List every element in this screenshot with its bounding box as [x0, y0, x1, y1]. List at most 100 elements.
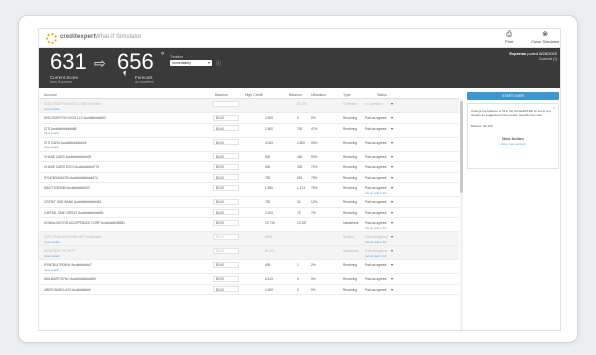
close-icon[interactable]: × — [553, 105, 555, 110]
info-box: × Change the balance or fill in the SUGG… — [467, 103, 559, 169]
balance-value: $0.00 — [216, 175, 224, 180]
chevron-down-icon[interactable]: ▾ — [391, 164, 393, 169]
table-row[interactable]: DEPT EDUCATION/NELNET Acct##### $0.00 $500… — [39, 232, 459, 246]
table-row[interactable]: SYNCB/AMAZON Acct#########474 $0.00 750 591… — [39, 173, 459, 183]
current-balance: 1 — [297, 263, 299, 267]
print-button[interactable]: ⎙ Print — [505, 31, 513, 44]
chevron-down-icon[interactable]: ▾ — [391, 234, 393, 239]
chevron-down-icon[interactable]: ▾ — [391, 175, 393, 180]
current-balance: 75 — [297, 210, 301, 215]
status-select[interactable]: In Collection — [365, 102, 383, 106]
status-select[interactable]: Paid as agreed — [365, 221, 386, 225]
timeline-select[interactable]: Immediately ▾ — [170, 60, 212, 66]
close-simulator-button[interactable]: ⊗ Close Simulator — [531, 31, 559, 44]
utilization: 0% — [311, 287, 316, 292]
status-select[interactable]: Paid as agreed — [365, 186, 386, 190]
status-select[interactable]: Paid as agreed — [365, 263, 386, 267]
balance-value: $0.00 — [216, 235, 224, 239]
column-header[interactable]: Account — [44, 93, 57, 97]
status-select[interactable]: Paid as agreed — [365, 277, 386, 281]
details-link[interactable]: View details — [44, 268, 59, 272]
table-row[interactable]: UBER/ BARCLAYS Acct####### $0.00 1,000 0 0% R… — [39, 285, 459, 295]
chevron-down-icon[interactable]: ▾ — [391, 185, 393, 190]
paid-in-full-link[interactable]: Set as paid in full — [365, 226, 386, 230]
table-row[interactable]: SOLUTION FINANCIAL LOAN NO.#### $1,400 Col… — [39, 99, 459, 113]
status-select[interactable]: Paid as agreed — [365, 200, 386, 204]
current-balance: 12,287 — [297, 221, 307, 225]
chevron-down-icon[interactable]: ▾ — [391, 199, 393, 204]
details-link[interactable]: Open details — [44, 254, 60, 258]
start-over-button[interactable]: START OVER — [467, 92, 559, 100]
table-row[interactable]: CITI Acct#########68 $0.00 1,500 700 47% Revo… — [39, 124, 459, 138]
status-select[interactable]: Paid as agreed — [365, 141, 386, 145]
table-row[interactable]: WALMART/SYNC Acct#########90 $0.00 6,510 0 0… — [39, 274, 459, 285]
current-balance: 1,174 — [297, 186, 305, 190]
score-band: 631 Current Score from Experian ⇨ 656 ° … — [39, 48, 560, 88]
scrollbar-thumb[interactable] — [460, 101, 463, 193]
chevron-down-icon[interactable]: ▾ — [391, 101, 393, 106]
paid-in-full-link[interactable]: Set as paid in full — [365, 240, 386, 244]
account-name: MCM DEBT OF DEPT — [44, 249, 76, 253]
column-header[interactable]: Balance — [289, 93, 302, 97]
chevron-down-icon[interactable]: ▾ — [391, 115, 393, 120]
status-select[interactable]: Paid as agreed — [365, 288, 386, 292]
utilization: 47% — [311, 126, 318, 131]
details-link[interactable]: View details — [44, 145, 59, 149]
table-row[interactable]: MCM DEBT OF DEPT $0.00 $1,400 Installment Pa… — [39, 246, 459, 260]
account-type: Revolving — [343, 165, 357, 169]
table-row[interactable]: CITI CARD Acct#########46 $0.00 3,000 2,800… — [39, 138, 459, 152]
chevron-down-icon[interactable]: ▾ — [391, 154, 393, 159]
chevron-down-icon[interactable]: ▾ — [391, 287, 393, 292]
chevron-down-icon[interactable]: ▾ — [391, 276, 393, 281]
table-row[interactable]: MACY'S/DSNB Acct#######007 $0.00 1,550 1,17… — [39, 183, 459, 197]
high-credit: $1,400 — [265, 249, 275, 253]
balance-value: $0.00 — [216, 287, 224, 292]
table-row[interactable]: SYNCB/JCPENNY Acct#######7 $0.00 400 1 2% Rev… — [39, 260, 459, 274]
table-row[interactable]: CHASE CARD Acct#########25 $0.00 500 450 90%… — [39, 152, 459, 162]
details-link[interactable]: Open details — [44, 240, 60, 244]
account-type: Revolving — [343, 116, 357, 120]
current-score: 631 — [50, 49, 87, 74]
status-select[interactable]: Paid as agreed — [365, 165, 386, 169]
status-select[interactable]: Paid as agreed — [365, 155, 386, 159]
chevron-down-icon[interactable]: ▾ — [391, 126, 393, 131]
forecast-marker: ° — [161, 51, 165, 60]
balance-input[interactable] — [213, 100, 239, 107]
device-frame: creditexpert What-If Simulator ⎙ Print ⊗… — [18, 15, 578, 343]
table-row[interactable]: CAPITAL ONE CREDIT Acct#########51 $0.00 1… — [39, 208, 459, 218]
utilization: 76% — [311, 186, 318, 190]
forecast-sub: as modelled — [135, 80, 154, 84]
chevron-down-icon[interactable]: ▾ — [391, 248, 393, 253]
account-type: Revolving — [343, 263, 357, 267]
chevron-down-icon: ▾ — [207, 60, 210, 65]
details-link[interactable]: Open details — [44, 107, 60, 111]
column-header[interactable]: High Credit — [245, 93, 263, 97]
status-select[interactable]: Paid as agreed — [365, 127, 386, 131]
chevron-down-icon[interactable]: ▾ — [391, 140, 393, 145]
account-type: Installment — [343, 221, 359, 225]
paid-in-full-link[interactable]: Set as paid in full — [365, 254, 386, 258]
table-row[interactable]: CREDIT ONE BANK Acct#########462 $0.00 750… — [39, 197, 459, 208]
chevron-down-icon[interactable]: ▾ — [391, 220, 393, 225]
info-icon[interactable]: ⓘ — [216, 60, 221, 67]
chevron-down-icon[interactable]: ▾ — [391, 262, 393, 267]
column-header[interactable]: Type — [343, 93, 351, 97]
account-type: Revolving — [343, 175, 357, 180]
paid-in-full-link[interactable]: Set as paid in full — [365, 191, 386, 195]
column-header[interactable]: Status — [377, 93, 387, 97]
details-link[interactable]: View details — [44, 131, 59, 135]
table-row[interactable]: CHASE CARD SVCS Acct#######776 $0.00 600 43… — [39, 162, 459, 173]
status-select[interactable]: Paid derogatory — [365, 235, 388, 239]
high-credit: 3,000 — [265, 140, 273, 145]
status-select[interactable]: Paid as agreed — [365, 211, 386, 215]
status-select[interactable]: Paid as agreed — [365, 176, 386, 180]
table-row[interactable]: HONDA MOTOR ACCEPTANCE CORP Acct#####383… — [39, 218, 459, 232]
status-select[interactable]: Paid derogatory — [365, 249, 388, 253]
chevron-down-icon[interactable]: ▾ — [391, 210, 393, 215]
status-select[interactable]: Paid as agreed — [365, 116, 386, 120]
table-row[interactable]: DISCOVER FIN SVCS LLC Acct#######03 $0.00… — [39, 113, 459, 124]
high-credit: 600 — [265, 165, 271, 169]
column-header[interactable]: Balance — [215, 93, 228, 97]
add-account-link[interactable]: Add a new account — [468, 142, 558, 146]
column-header[interactable]: Utilization — [311, 93, 326, 97]
